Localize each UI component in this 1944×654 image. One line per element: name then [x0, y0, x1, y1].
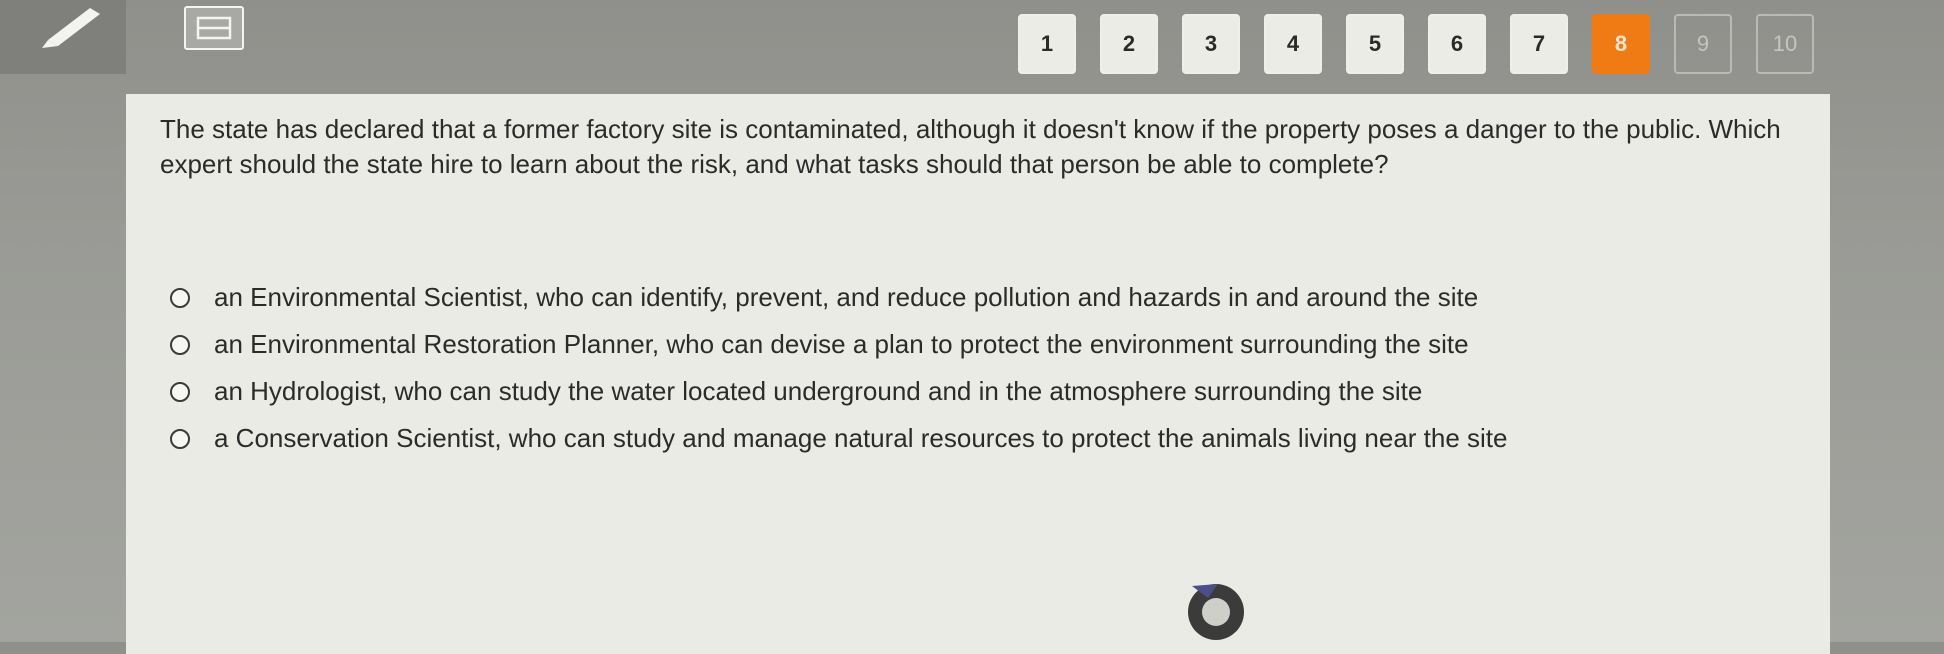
answer-choice-1[interactable]: an Environmental Scientist, who can iden…: [170, 274, 1508, 321]
page-button-8-current[interactable]: 8: [1592, 14, 1650, 74]
answer-choices: an Environmental Scientist, who can iden…: [170, 274, 1508, 462]
page-button-1[interactable]: 1: [1018, 14, 1076, 74]
page-button-5[interactable]: 5: [1346, 14, 1404, 74]
page-button-4[interactable]: 4: [1264, 14, 1322, 74]
radio-button-1[interactable]: [170, 287, 190, 308]
page-button-10[interactable]: 10: [1756, 14, 1814, 74]
page-button-2[interactable]: 2: [1100, 14, 1158, 74]
question-text: The state has declared that a former fac…: [160, 114, 1781, 179]
pencil-icon[interactable]: [40, 6, 110, 48]
eraser-icon[interactable]: [184, 6, 244, 50]
radio-button-3[interactable]: [170, 381, 190, 402]
answer-choice-4[interactable]: a Conservation Scientist, who can study …: [170, 415, 1508, 462]
answer-choice-text: a Conservation Scientist, who can study …: [214, 423, 1508, 453]
page-button-6[interactable]: 6: [1428, 14, 1486, 74]
answer-choice-text: an Environmental Restoration Planner, wh…: [214, 329, 1469, 359]
question-card: The state has declared that a former fac…: [126, 94, 1830, 654]
answer-choice-text: an Hydrologist, who can study the water …: [214, 376, 1423, 406]
answer-choice-3[interactable]: an Hydrologist, who can study the water …: [170, 368, 1508, 415]
page-button-9[interactable]: 9: [1674, 14, 1732, 74]
listen-icon[interactable]: [1178, 572, 1248, 642]
radio-button-4[interactable]: [170, 428, 190, 449]
page-button-3[interactable]: 3: [1182, 14, 1240, 74]
radio-button-2[interactable]: [170, 334, 190, 355]
answer-choice-text: an Environmental Scientist, who can iden…: [214, 282, 1479, 312]
answer-choice-2[interactable]: an Environmental Restoration Planner, wh…: [170, 321, 1508, 368]
page-button-7[interactable]: 7: [1510, 14, 1568, 74]
